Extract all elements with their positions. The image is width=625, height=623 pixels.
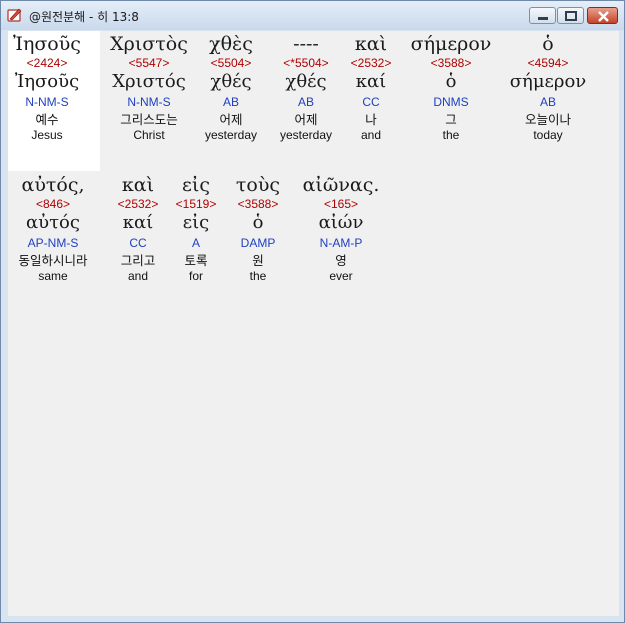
korean-gloss: 오늘이나 xyxy=(524,112,571,127)
parse-code: N-AM-P xyxy=(319,236,363,250)
english-gloss: ever xyxy=(329,269,353,283)
strong-number: <165> xyxy=(323,197,359,211)
minimize-icon xyxy=(538,17,548,20)
parse-code: AB xyxy=(539,95,556,109)
app-window: @원전분해 - 히 13:8 Ἰησοῦς <2424> Ἰησοῦς N-NM-S 예… xyxy=(0,0,625,623)
close-icon xyxy=(598,11,609,22)
greek-word: αἰῶνας. xyxy=(302,174,380,196)
maximize-button[interactable] xyxy=(557,7,584,24)
lemma-word: σήμερον xyxy=(509,71,587,92)
interlinear-pane: Ἰησοῦς <2424> Ἰησοῦς N-NM-S 예수 Jesus Χριστὸς <5… xyxy=(8,31,619,616)
title-bar[interactable]: @원전분해 - 히 13:8 xyxy=(1,1,624,30)
word-column[interactable]: αἰῶνας. <165> αἰών N-AM-P 영 ever xyxy=(281,174,401,283)
window-title: @원전분해 - 히 13:8 xyxy=(29,10,139,24)
maximize-icon xyxy=(565,11,577,21)
app-icon xyxy=(7,7,23,23)
strong-number: <4594> xyxy=(527,56,569,70)
close-button[interactable] xyxy=(587,7,618,24)
english-gloss: today xyxy=(533,128,563,142)
korean-gloss: 영 xyxy=(335,253,347,268)
word-column[interactable]: ὁ <4594> σήμερον AB 오늘이나 today xyxy=(488,33,608,142)
greek-word: ὁ xyxy=(542,33,554,55)
minimize-button[interactable] xyxy=(529,7,556,24)
lemma-word: αἰών xyxy=(318,212,364,233)
